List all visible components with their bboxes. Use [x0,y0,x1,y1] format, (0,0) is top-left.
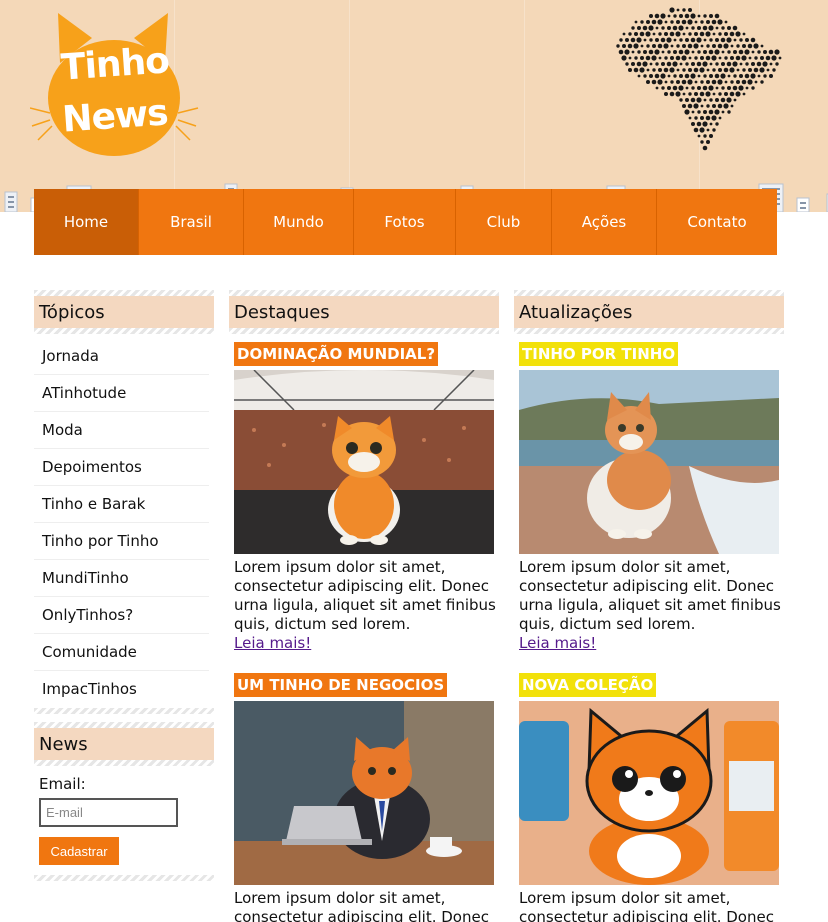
stadium-cat-image[interactable] [234,370,494,554]
divider [34,708,214,714]
brazil-map-icon [605,0,790,165]
article-card: UM TINHO DE NEGOCIOS Lorem ipsum dolor s… [229,665,499,922]
topics-title: Tópicos [34,296,214,328]
nav-acoes[interactable]: Ações [552,189,657,255]
topic-item-jornada[interactable]: Jornada [34,338,209,375]
tinho-news-logo[interactable]: Tinho News [29,8,200,168]
nav-brasil[interactable]: Brasil [139,189,244,255]
nav-home[interactable]: Home [34,189,139,255]
topic-item-onlytinhos[interactable]: OnlyTinhos? [34,597,209,634]
subscribe-button[interactable]: Cadastrar [39,837,119,865]
article-excerpt: Lorem ipsum dolor sit amet, consectetur … [234,889,489,922]
read-more-link[interactable]: Leia mais! [234,634,499,653]
topics-list: Jornada ATinhotude Moda Depoimentos Tinh… [34,338,214,708]
topic-item-impactinhos[interactable]: ImpacTinhos [34,671,209,708]
article-tag[interactable]: NOVA COLEÇÃO [519,673,657,697]
article-card: TINHO POR TINHO Lorem ipsum dolor sit am… [514,334,784,653]
article-excerpt: Lorem ipsum dolor sit amet, consectetur … [519,558,781,633]
destaques-column: Destaques DOMINAÇÃO MUNDIAL? Lorem ipsum… [229,290,499,922]
destaques-title: Destaques [229,296,499,328]
topic-item-tinho-e-barak[interactable]: Tinho e Barak [34,486,209,523]
nav-club[interactable]: Club [456,189,552,255]
email-field[interactable] [39,798,178,827]
site-header: Tinho News [0,0,828,212]
topic-item-comunidade[interactable]: Comunidade [34,634,209,671]
article-card: DOMINAÇÃO MUNDIAL? Lorem ipsum dolor sit… [229,334,499,653]
article-excerpt: Lorem ipsum dolor sit amet, consectetur … [519,889,774,922]
business-cat-image[interactable] [234,701,494,885]
email-label: Email: [39,775,86,793]
article-tag[interactable]: DOMINAÇÃO MUNDIAL? [234,342,439,366]
topic-item-atinhotude[interactable]: ATinhotude [34,375,209,412]
atualizacoes-column: Atualizações TINHO POR TINHO Lorem ipsum… [514,290,784,922]
cartoon-cat-image[interactable] [519,701,779,885]
nav-mundo[interactable]: Mundo [244,189,354,255]
beach-cat-image[interactable] [519,370,779,554]
read-more-link[interactable]: Leia mais! [519,634,784,653]
divider [34,328,214,334]
divider [34,760,214,766]
nav-contato[interactable]: Contato [657,189,777,255]
article-card: NOVA COLEÇÃO Lorem ipsum dolor sit amet,… [514,665,784,922]
main-nav: Home Brasil Mundo Fotos Club Ações Conta… [34,189,777,255]
topic-item-tinho-por-tinho[interactable]: Tinho por Tinho [34,523,209,560]
topic-item-munditinho[interactable]: MundiTinho [34,560,209,597]
topic-item-moda[interactable]: Moda [34,412,209,449]
atualizacoes-title: Atualizações [514,296,784,328]
divider [34,875,214,881]
article-tag[interactable]: TINHO POR TINHO [519,342,679,366]
article-excerpt: Lorem ipsum dolor sit amet, consectetur … [234,558,496,633]
newsletter-box: News Email: Cadastrar [34,722,214,881]
topic-item-depoimentos[interactable]: Depoimentos [34,449,209,486]
sidebar: Tópicos Jornada ATinhotude Moda Depoimen… [34,290,214,881]
article-tag[interactable]: UM TINHO DE NEGOCIOS [234,673,448,697]
nav-fotos[interactable]: Fotos [354,189,456,255]
news-title: News [34,728,214,760]
